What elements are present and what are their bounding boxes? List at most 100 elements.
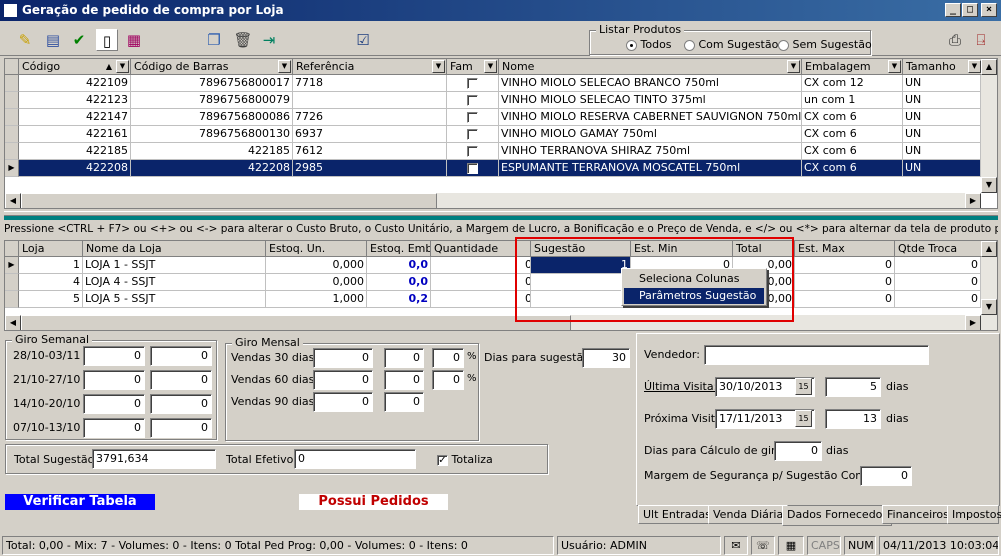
edit-check-icon[interactable]: ☑ xyxy=(352,29,374,51)
giro-mensal-input[interactable]: 0 xyxy=(384,392,424,412)
products-scroll-down[interactable]: ▼ xyxy=(981,177,997,193)
products-vscroll-track[interactable] xyxy=(981,75,997,177)
col-nome[interactable]: Nome ▼ xyxy=(499,59,802,75)
tab-ult-entradas[interactable]: Ult Entradas xyxy=(638,505,716,524)
giro-mensal-input[interactable]: 0 xyxy=(384,370,424,390)
giro-semanal-input[interactable]: 0 xyxy=(150,394,212,414)
stores-scroll-up[interactable]: ▲ xyxy=(981,241,997,257)
products-scroll-right[interactable]: ▶ xyxy=(965,193,981,208)
giro-mensal-input[interactable]: 0 xyxy=(432,370,464,390)
maximize-button[interactable]: □ xyxy=(962,3,978,17)
tab-financeiros[interactable]: Financeiros xyxy=(882,505,954,524)
stores-hscroll-track[interactable]: ◀ ▶ xyxy=(5,315,997,330)
menu-item-seleciona-colunas[interactable]: Seleciona Colunas xyxy=(624,271,764,287)
status-calculator-icon[interactable]: ▦ xyxy=(778,536,804,555)
confirm-check-icon[interactable]: ✔ xyxy=(68,29,90,51)
stores-scroll-down[interactable]: ▼ xyxy=(981,299,997,315)
status-phone-icon[interactable]: ☏ xyxy=(751,536,775,555)
table-row[interactable]: ▶1LOJA 1 - SSJT0,0000,00100,0000 xyxy=(5,257,981,274)
fam-checkbox[interactable] xyxy=(467,162,478,174)
export-icon[interactable]: ⇥ xyxy=(258,29,280,51)
col-embalagem[interactable]: Embalagem ▼ xyxy=(802,59,903,75)
giro-semanal-input[interactable]: 0 xyxy=(150,346,212,366)
radio-todos[interactable]: Todos xyxy=(626,38,672,51)
col-qtde-troca[interactable]: Qtde Troca xyxy=(895,241,983,257)
totaliza-checkbox[interactable]: ✓ Totaliza xyxy=(437,453,493,466)
new-document-icon[interactable]: ▯ xyxy=(96,29,118,51)
giro-semanal-input[interactable]: 0 xyxy=(150,418,212,438)
radio-sem-sugestao[interactable]: Sem Sugestão xyxy=(778,38,872,51)
giro-semanal-input[interactable]: 0 xyxy=(83,418,145,438)
document-list-icon[interactable]: ▤ xyxy=(42,29,64,51)
copy-icon[interactable]: ❐ xyxy=(203,29,225,51)
minimize-button[interactable]: _ xyxy=(945,3,961,17)
margem-input[interactable]: 0 xyxy=(860,466,912,486)
proxima-calendar-icon[interactable]: 15 xyxy=(795,410,812,427)
col-fam[interactable]: Fam ▼ xyxy=(447,59,499,75)
col-codigo[interactable]: Código ▲ ▼ xyxy=(19,59,131,75)
stores-scroll-left[interactable]: ◀ xyxy=(5,315,21,330)
table-row[interactable]: 422161 7896756800130 6937 VINHO MIOLO GAMAY… xyxy=(5,126,981,143)
fam-checkbox[interactable] xyxy=(467,128,478,140)
products-hscroll-track[interactable]: ◀ ▶ xyxy=(5,193,981,208)
col-referencia[interactable]: Referência ▼ xyxy=(293,59,447,75)
calendar-icon[interactable]: ▦ xyxy=(123,29,145,51)
col-loja[interactable]: Loja xyxy=(19,241,83,257)
giro-semanal-input[interactable]: 0 xyxy=(83,370,145,390)
giro-mensal-input[interactable]: 0 xyxy=(313,348,373,368)
table-row[interactable]: 422109 7896756800017 7718 VINHO MIOLO SELEC… xyxy=(5,75,981,92)
giro-mensal-input[interactable]: 0 xyxy=(313,392,373,412)
total-efetivo-input[interactable]: 0 xyxy=(294,449,416,469)
table-row[interactable]: 5LOJA 5 - SSJT1,0000,200,0000 xyxy=(5,291,981,308)
cell-max: 0 xyxy=(795,274,895,291)
table-row[interactable]: ▶ 422208 422208 2985 ESPUMANTE TERRANOVA MOS… xyxy=(5,160,981,177)
ultima-calendar-icon[interactable]: 15 xyxy=(795,378,812,395)
fam-checkbox[interactable] xyxy=(467,77,478,89)
status-message-icon[interactable]: ✉ xyxy=(724,536,748,555)
col-tamanho[interactable]: Tamanho ▼ xyxy=(903,59,983,75)
table-row[interactable]: 422185 422185 7612 VINHO TERRANOVA SHIRAZ 7… xyxy=(5,143,981,160)
vendedor-input[interactable] xyxy=(704,345,929,365)
giro-semanal-input[interactable]: 0 xyxy=(150,370,212,390)
table-row[interactable]: 422147 7896756800086 7726 VINHO MIOLO RESER… xyxy=(5,109,981,126)
dias-sugestao-input[interactable]: 30 xyxy=(582,348,630,368)
proxima-dias-input[interactable]: 13 xyxy=(825,409,881,429)
stores-hscroll-thumb[interactable] xyxy=(21,315,571,330)
menu-item-parametros-sugestao[interactable]: Parâmetros Sugestão xyxy=(624,288,764,304)
table-row[interactable]: 422123 7896756800079 VINHO MIOLO SELECAO T… xyxy=(5,92,981,109)
col-est-max[interactable]: Est. Max xyxy=(795,241,895,257)
dias-calculo-input[interactable]: 0 xyxy=(774,441,822,461)
giro-mensal-input[interactable]: 0 xyxy=(384,348,424,368)
fam-checkbox[interactable] xyxy=(467,145,478,157)
products-scroll-up[interactable]: ▲ xyxy=(981,59,997,75)
stores-vscroll-track[interactable] xyxy=(981,257,997,299)
tab-venda-diaria[interactable]: Venda Diária xyxy=(708,505,789,524)
col-estoq-emb[interactable]: Estoq. Emb xyxy=(367,241,431,257)
fam-checkbox[interactable] xyxy=(467,94,478,106)
printer-icon[interactable]: ⎙ xyxy=(944,29,966,51)
products-scroll-left[interactable]: ◀ xyxy=(5,193,21,208)
verificar-tabela-button[interactable]: Verificar Tabela xyxy=(5,494,155,510)
giro-mensal-input[interactable]: 0 xyxy=(432,348,464,368)
giro-mensal-input[interactable]: 0 xyxy=(313,370,373,390)
close-button[interactable]: × xyxy=(981,3,997,17)
col-codigo-barras[interactable]: Código de Barras ▼ xyxy=(131,59,293,75)
ultima-dias-input[interactable]: 5 xyxy=(825,377,881,397)
stores-scroll-right[interactable]: ▶ xyxy=(965,315,981,330)
products-hscroll-thumb[interactable] xyxy=(21,193,437,208)
col-estoq-un[interactable]: Estoq. Un. xyxy=(266,241,367,257)
tab-impostos[interactable]: Impostos xyxy=(947,505,1001,524)
radio-com-sugestao[interactable]: Com Sugestão xyxy=(684,38,778,51)
tab-dados-fornecedor[interactable]: Dados Fornecedor xyxy=(782,506,892,526)
possui-pedidos-button[interactable]: Possui Pedidos xyxy=(299,494,448,510)
fam-checkbox[interactable] xyxy=(467,111,478,123)
table-row[interactable]: 4LOJA 4 - SSJT0,0000,000,0000 xyxy=(5,274,981,291)
col-nome-loja[interactable]: Nome da Loja xyxy=(83,241,266,257)
cell-emb: CX com 6 xyxy=(802,160,903,177)
trash-icon[interactable]: 🗑 xyxy=(232,29,254,51)
giro-semanal-input[interactable]: 0 xyxy=(83,346,145,366)
total-sugestao-input[interactable]: 3791,634 xyxy=(92,449,216,469)
pencil-icon[interactable]: ✎ xyxy=(14,29,36,51)
exit-door-icon[interactable]: ⍈ xyxy=(970,29,992,51)
giro-semanal-input[interactable]: 0 xyxy=(83,394,145,414)
